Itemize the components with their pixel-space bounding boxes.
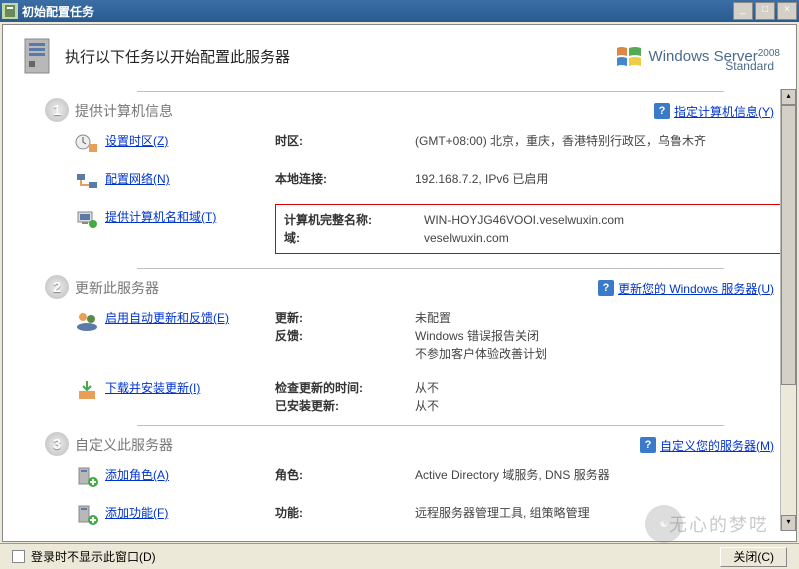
header-text: 执行以下任务以开始配置此服务器 <box>65 46 615 67</box>
download-updates-link[interactable]: 下载并安装更新(I) <box>105 379 200 396</box>
help-icon: ? <box>598 280 614 296</box>
configure-network-link[interactable]: 配置网络(N) <box>105 170 170 187</box>
download-values: 从不 从不 <box>415 379 786 415</box>
computer-values: WIN-HOYJG46VOOI.veselwuxin.com veselwuxi… <box>424 211 777 247</box>
vertical-scrollbar[interactable]: ▴ ▾ <box>780 89 796 531</box>
divider <box>137 268 724 269</box>
timezone-value: (GMT+08:00) 北京，重庆，香港特别行政区，乌鲁木齐 <box>415 132 786 154</box>
computer-labels: 计算机完整名称: 域: <box>284 211 424 247</box>
windows-flag-icon <box>615 44 643 68</box>
task-download-updates: 下载并安装更新(I) 检查更新的时间: 已安装更新: 从不 从不 <box>75 371 786 423</box>
step-number-2: 2 <box>45 275 69 299</box>
section-customize: 3 自定义此服务器 ? 自定义您的服务器(M) 添加角色(A) 角色: Acti… <box>13 425 786 531</box>
close-window-button[interactable]: × <box>777 2 797 20</box>
header: 执行以下任务以开始配置此服务器 Windows Server2008 Stand… <box>3 25 796 89</box>
titlebar: 初始配置任务 _ □ × <box>0 0 799 22</box>
help-link-customize[interactable]: 自定义您的服务器(M) <box>660 437 774 454</box>
help-icon: ? <box>654 103 670 119</box>
dont-show-label: 登录时不显示此窗口(D) <box>31 548 156 565</box>
network-label: 本地连接: <box>275 170 415 192</box>
content-panel: 执行以下任务以开始配置此服务器 Windows Server2008 Stand… <box>2 24 797 542</box>
section-title: 更新此服务器 <box>75 278 159 298</box>
help-link-update[interactable]: 更新您的 Windows 服务器(U) <box>618 280 774 297</box>
dont-show-checkbox[interactable] <box>12 550 25 563</box>
highlight-box: 计算机完整名称: 域: WIN-HOYJG46VOOI.veselwuxin.c… <box>275 204 786 254</box>
roles-value: Active Directory 域服务, DNS 服务器 <box>415 466 786 488</box>
task-computer-name: 提供计算机名和域(T) 计算机完整名称: 域: WIN-HOYJG46VOOI.… <box>75 200 786 266</box>
scroll-thumb[interactable] <box>781 105 796 385</box>
section-title: 提供计算机信息 <box>75 101 173 121</box>
task-auto-update: 启用自动更新和反馈(E) 更新: 反馈: 未配置 Windows 错误报告关闭 … <box>75 301 786 371</box>
network-value: 192.168.7.2, IPv6 已启用 <box>415 170 786 192</box>
update-labels: 更新: 反馈: <box>275 309 415 363</box>
divider <box>137 91 724 92</box>
maximize-button[interactable]: □ <box>755 2 775 20</box>
update-values: 未配置 Windows 错误报告关闭 不参加客户体验改善计划 <box>415 309 786 363</box>
download-icon <box>75 379 99 401</box>
scroll-down-button[interactable]: ▾ <box>781 515 796 531</box>
add-roles-link[interactable]: 添加角色(A) <box>105 466 169 483</box>
download-labels: 检查更新的时间: 已安装更新: <box>275 379 415 415</box>
titlebar-text: 初始配置任务 <box>22 3 733 20</box>
server-tower-icon <box>19 35 55 77</box>
divider <box>137 425 724 426</box>
set-timezone-link[interactable]: 设置时区(Z) <box>105 132 168 149</box>
section-computer-info: 1 提供计算机信息 ? 指定计算机信息(Y) 设置时区(Z) 时区: (GMT+… <box>13 91 786 266</box>
app-icon <box>2 3 18 19</box>
users-icon <box>75 309 99 331</box>
computer-name-link[interactable]: 提供计算机名和域(T) <box>105 208 216 225</box>
outer-frame: 执行以下任务以开始配置此服务器 Windows Server2008 Stand… <box>0 22 799 569</box>
task-network: 配置网络(N) 本地连接: 192.168.7.2, IPv6 已启用 <box>75 162 786 200</box>
step-number-3: 3 <box>45 432 69 456</box>
auto-update-link[interactable]: 启用自动更新和反馈(E) <box>105 309 229 326</box>
features-label: 功能: <box>275 504 415 526</box>
task-add-roles: 添加角色(A) 角色: Active Directory 域服务, DNS 服务… <box>75 458 786 496</box>
add-features-link[interactable]: 添加功能(F) <box>105 504 168 521</box>
close-button[interactable]: 关闭(C) <box>720 547 787 567</box>
bottom-bar: 登录时不显示此窗口(D) 关闭(C) <box>0 543 799 569</box>
task-timezone: 设置时区(Z) 时区: (GMT+08:00) 北京，重庆，香港特别行政区，乌鲁… <box>75 124 786 162</box>
server-add-icon <box>75 466 99 488</box>
scroll-area: 1 提供计算机信息 ? 指定计算机信息(Y) 设置时区(Z) 时区: (GMT+… <box>3 89 796 531</box>
timezone-label: 时区: <box>275 132 415 154</box>
step-number-1: 1 <box>45 98 69 122</box>
brand-edition: Standard <box>725 59 774 73</box>
help-link-computer-info[interactable]: 指定计算机信息(Y) <box>674 103 774 120</box>
section-update-server: 2 更新此服务器 ? 更新您的 Windows 服务器(U) 启用自动更新和反馈… <box>13 268 786 423</box>
network-icon <box>75 170 99 192</box>
server-feature-icon <box>75 504 99 526</box>
clock-icon <box>75 132 99 154</box>
computer-icon <box>75 208 99 230</box>
features-value: 远程服务器管理工具, 组策略管理 <box>415 504 786 526</box>
section-title: 自定义此服务器 <box>75 435 173 455</box>
task-add-features: 添加功能(F) 功能: 远程服务器管理工具, 组策略管理 <box>75 496 786 531</box>
roles-label: 角色: <box>275 466 415 488</box>
minimize-button[interactable]: _ <box>733 2 753 20</box>
help-icon: ? <box>640 437 656 453</box>
scroll-up-button[interactable]: ▴ <box>781 89 796 105</box>
